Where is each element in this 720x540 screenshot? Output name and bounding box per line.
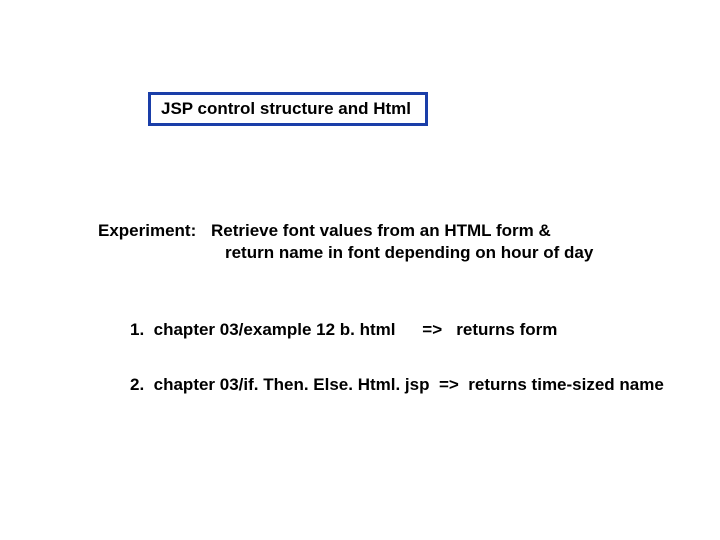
item-number: 1.: [130, 320, 144, 339]
experiment-line2: return name in font depending on hour of…: [225, 243, 593, 262]
slide-title-box: JSP control structure and Html: [148, 92, 428, 126]
arrow-icon: =>: [439, 375, 459, 394]
item-desc: returns form: [456, 320, 557, 339]
experiment-body: Retrieve font values from an HTML form &…: [211, 220, 593, 264]
experiment-line1: Retrieve font values from an HTML form &: [211, 221, 551, 240]
experiment-block: Experiment: Retrieve font values from an…: [98, 220, 593, 264]
list-item: 2. chapter 03/if. Then. Else. Html. jsp …: [130, 375, 664, 395]
list-item: 1. chapter 03/example 12 b. html => retu…: [130, 320, 557, 340]
arrow-icon: =>: [422, 320, 442, 339]
item-desc: returns time-sized name: [468, 375, 664, 394]
item-file: chapter 03/example 12 b. html: [154, 320, 396, 339]
experiment-label: Experiment:: [98, 220, 196, 242]
item-file: chapter 03/if. Then. Else. Html. jsp: [154, 375, 430, 394]
slide-title: JSP control structure and Html: [161, 99, 411, 118]
item-number: 2.: [130, 375, 144, 394]
